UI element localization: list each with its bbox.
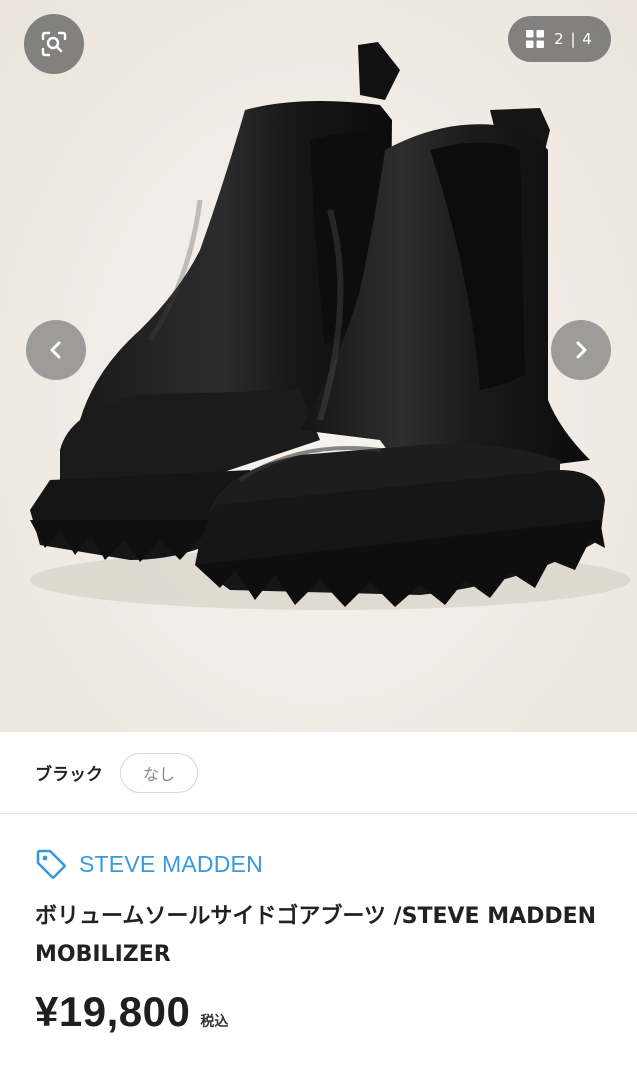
product-title: ボリュームソールサイドゴアブーツ /STEVE MADDEN MOBILIZER (35, 904, 597, 967)
brand-link[interactable]: STEVE MADDEN (35, 848, 615, 880)
chevron-left-icon (50, 341, 61, 359)
tag-icon (36, 849, 66, 879)
image-counter[interactable]: 2 | 4 (508, 16, 611, 62)
price-row: ¥19,800 税込 (35, 988, 615, 1036)
next-image-button[interactable] (551, 320, 611, 380)
tax-label: 税込 (200, 1014, 229, 1030)
image-counter-text: 2 | 4 (554, 30, 593, 48)
product-info: STEVE MADDEN ボリュームソールサイドゴアブーツ /STEVE MAD… (35, 848, 615, 1036)
previous-image-button[interactable] (26, 320, 86, 380)
zoom-button[interactable] (24, 14, 84, 74)
color-label: ブラック (35, 765, 103, 785)
search-zoom-icon (41, 31, 67, 57)
size-option-label: なし (143, 764, 176, 784)
product-image-gallery[interactable]: 2 | 4 (0, 0, 637, 732)
grid-icon (526, 30, 545, 48)
product-image[interactable] (0, 0, 637, 732)
brand-name[interactable]: STEVE MADDEN (79, 851, 263, 878)
variant-row: ブラック なし (0, 732, 637, 814)
chevron-right-icon (576, 341, 587, 359)
size-option-chip[interactable]: なし (120, 752, 199, 793)
product-price: ¥19,800 (35, 988, 191, 1035)
